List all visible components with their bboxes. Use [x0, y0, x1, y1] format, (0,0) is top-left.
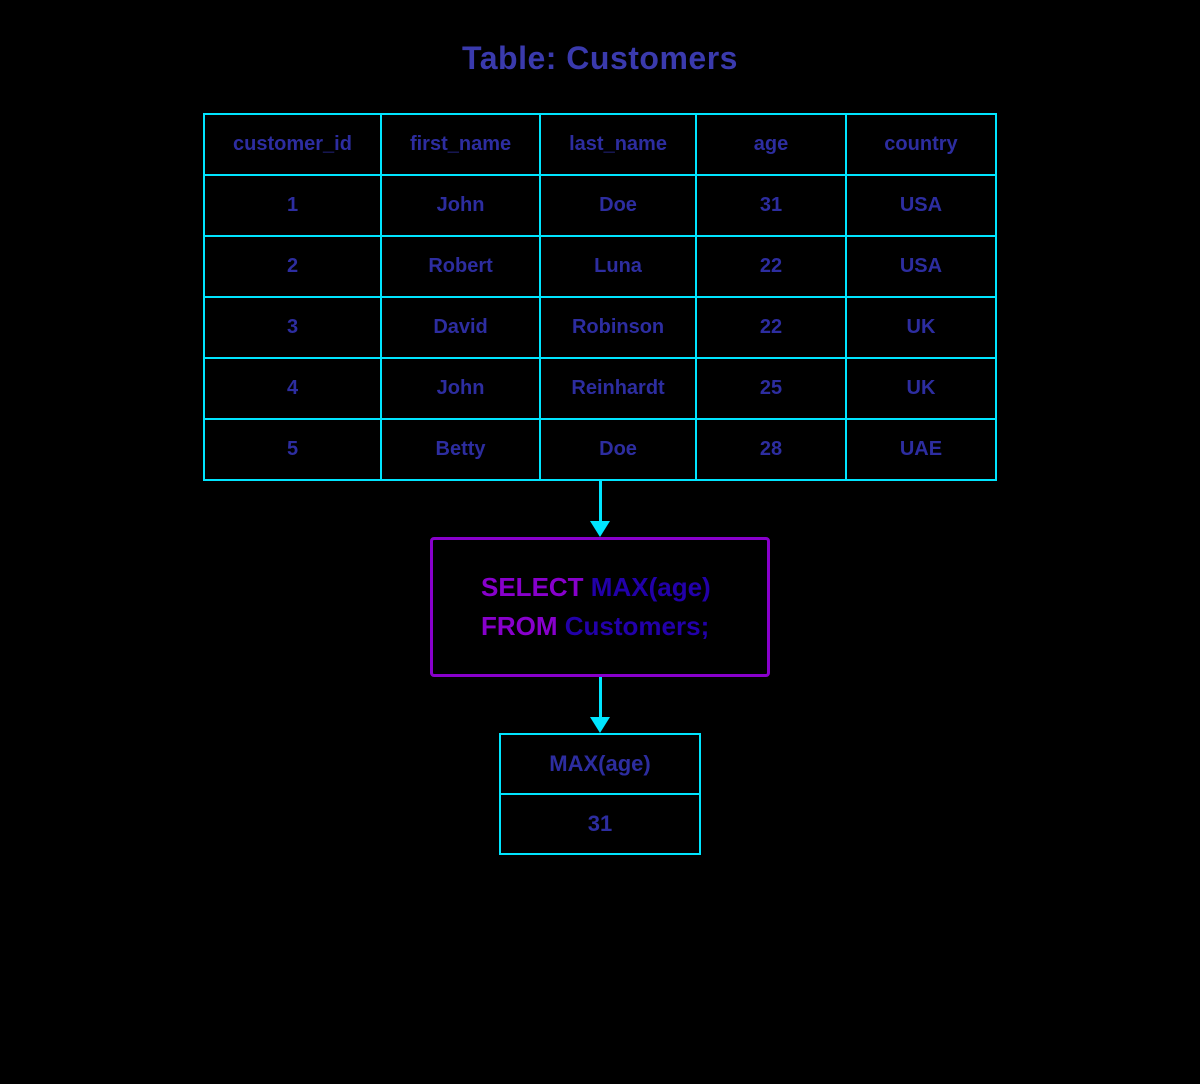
cell-r0-c1: John	[381, 175, 540, 236]
cell-r1-c2: Luna	[540, 236, 696, 297]
cell-r3-c4: UK	[846, 358, 996, 419]
result-table: MAX(age) 31	[499, 733, 700, 855]
cell-r0-c2: Doe	[540, 175, 696, 236]
cell-r3-c2: Reinhardt	[540, 358, 696, 419]
result-data-row: 31	[500, 794, 699, 854]
arrow-2	[590, 677, 610, 733]
table-row: 1JohnDoe31USA	[204, 175, 996, 236]
cell-r3-c3: 25	[696, 358, 846, 419]
table-row: 5BettyDoe28UAE	[204, 419, 996, 480]
sql-line-1: SELECT MAX(age)	[481, 568, 719, 607]
page-title: Table: Customers	[462, 40, 738, 77]
col-header-country: country	[846, 114, 996, 175]
col-header-age: age	[696, 114, 846, 175]
cell-r0-c4: USA	[846, 175, 996, 236]
sql-keyword-from: FROM	[481, 611, 558, 641]
arrow-head-1	[590, 521, 610, 537]
cell-r2-c0: 3	[204, 297, 381, 358]
sql-box: SELECT MAX(age) FROM Customers;	[430, 537, 770, 677]
cell-r2-c4: UK	[846, 297, 996, 358]
cell-r1-c1: Robert	[381, 236, 540, 297]
sql-func-max-age: MAX(age)	[584, 572, 711, 602]
cell-r1-c3: 22	[696, 236, 846, 297]
cell-r4-c1: Betty	[381, 419, 540, 480]
cell-r4-c3: 28	[696, 419, 846, 480]
arrow-line-2	[599, 677, 602, 717]
arrow-line-1	[599, 481, 602, 521]
table-row: 4JohnReinhardt25UK	[204, 358, 996, 419]
cell-r4-c0: 5	[204, 419, 381, 480]
col-header-first-name: first_name	[381, 114, 540, 175]
cell-r1-c4: USA	[846, 236, 996, 297]
cell-r3-c0: 4	[204, 358, 381, 419]
result-value: 31	[500, 794, 699, 854]
sql-line-2: FROM Customers;	[481, 607, 719, 646]
table-row: 3DavidRobinson22UK	[204, 297, 996, 358]
table-row: 2RobertLuna22USA	[204, 236, 996, 297]
cell-r4-c4: UAE	[846, 419, 996, 480]
cell-r2-c3: 22	[696, 297, 846, 358]
col-header-customer-id: customer_id	[204, 114, 381, 175]
arrow-head-2	[590, 717, 610, 733]
sql-from-customers: Customers;	[558, 611, 710, 641]
result-col-header: MAX(age)	[500, 734, 699, 794]
cell-r0-c0: 1	[204, 175, 381, 236]
sql-keyword-select: SELECT	[481, 572, 584, 602]
cell-r0-c3: 31	[696, 175, 846, 236]
result-header-row: MAX(age)	[500, 734, 699, 794]
table-header-row: customer_id first_name last_name age cou…	[204, 114, 996, 175]
cell-r2-c1: David	[381, 297, 540, 358]
cell-r4-c2: Doe	[540, 419, 696, 480]
arrow-1	[590, 481, 610, 537]
cell-r3-c1: John	[381, 358, 540, 419]
customers-table: customer_id first_name last_name age cou…	[203, 113, 997, 481]
cell-r2-c2: Robinson	[540, 297, 696, 358]
cell-r1-c0: 2	[204, 236, 381, 297]
col-header-last-name: last_name	[540, 114, 696, 175]
